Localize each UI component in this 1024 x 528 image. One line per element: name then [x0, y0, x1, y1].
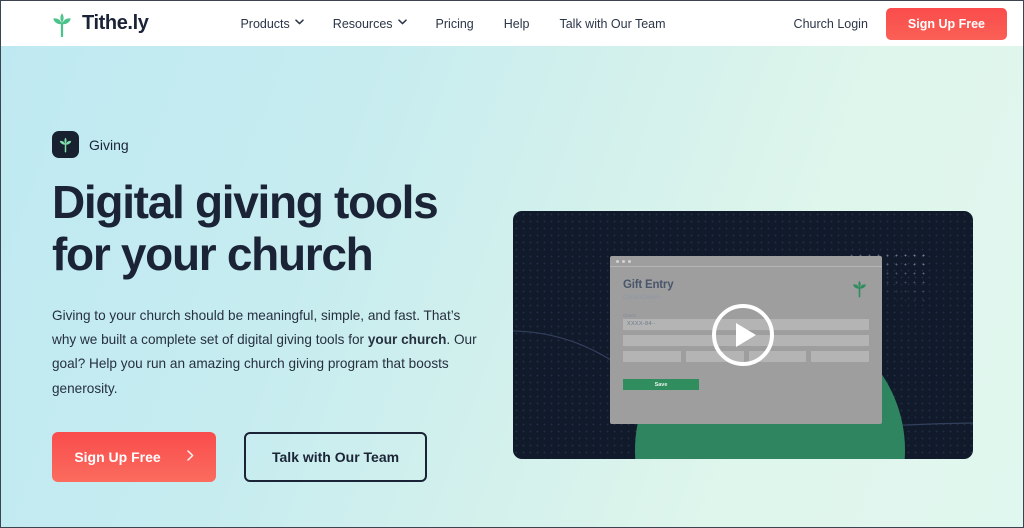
- hero-desc-bold: your church: [367, 332, 447, 348]
- nav-item-pricing[interactable]: Pricing: [436, 17, 474, 31]
- giving-badge: Giving: [52, 131, 492, 158]
- mock-save-button: Save: [623, 379, 699, 390]
- play-triangle: [736, 323, 756, 347]
- signup-free-hero-label: Sign Up Free: [74, 448, 161, 465]
- brand-name: Tithe.ly: [82, 12, 149, 34]
- hero-content: Giving Digital giving tools for your chu…: [52, 46, 492, 527]
- video-player-card[interactable]: Gift Entry Christ Church Check XXXX-84··…: [513, 211, 973, 459]
- mock-title: Gift Entry: [623, 279, 674, 291]
- hero-title-line-1: Digital giving tools: [52, 176, 439, 228]
- window-dot-icon: [622, 259, 625, 263]
- page-root: Tithe.ly Products Resources Pricing Help: [0, 0, 1024, 528]
- nav-item-resources[interactable]: Resources: [332, 16, 407, 31]
- nav-item-label: Help: [503, 16, 530, 31]
- leaf-icon: [52, 131, 79, 158]
- signup-free-hero-button[interactable]: Sign Up Free: [52, 431, 216, 482]
- chevron-down-icon: [397, 18, 407, 27]
- mock-window-titlebar: [610, 256, 882, 267]
- nav-links: Products Resources Pricing Help Talk wit…: [240, 17, 665, 31]
- hero-section: Giving Digital giving tools for your chu…: [1, 46, 1023, 527]
- hero-cta-row: Sign Up Free Talk with Our Team: [52, 431, 492, 482]
- chevron-right-icon: [186, 450, 194, 463]
- chevron-down-icon: [295, 18, 304, 27]
- window-dot-icon: [628, 259, 631, 263]
- brand-logo-link[interactable]: Tithe.ly: [49, 11, 149, 37]
- giving-badge-label: Giving: [89, 136, 129, 153]
- nav-item-products[interactable]: Products: [240, 16, 304, 31]
- nav-item-help[interactable]: Help: [504, 17, 530, 31]
- leaf-icon: [49, 11, 75, 37]
- top-navbar: Tithe.ly Products Resources Pricing Help: [1, 1, 1023, 46]
- signup-free-nav-button[interactable]: Sign Up Free: [885, 7, 1007, 40]
- talk-with-our-team-button[interactable]: Talk with Our Team: [244, 431, 428, 482]
- leaf-icon: [850, 279, 869, 298]
- nav-item-label: Pricing: [435, 16, 474, 31]
- mock-field-placeholder: [623, 351, 681, 362]
- nav-item-label: Resources: [332, 16, 393, 31]
- hero-video-area: Gift Entry Christ Church Check XXXX-84··…: [513, 211, 973, 459]
- hero-description: Giving to your church should be meaningf…: [52, 304, 484, 401]
- window-dot-icon: [616, 259, 619, 263]
- nav-right-actions: Church Login Sign Up Free: [794, 7, 1007, 40]
- nav-item-label: Products: [240, 16, 290, 31]
- mock-subtitle: Christ Church: [623, 295, 660, 301]
- hero-title-line-2: for your church: [52, 227, 374, 280]
- play-icon[interactable]: [712, 304, 774, 366]
- church-login-link[interactable]: Church Login: [794, 17, 868, 31]
- page-title: Digital giving tools for your church: [52, 176, 492, 281]
- nav-item-label: Talk with Our Team: [559, 16, 666, 31]
- nav-item-talk-with-our-team[interactable]: Talk with Our Team: [559, 17, 665, 31]
- mock-field-placeholder: [811, 351, 869, 362]
